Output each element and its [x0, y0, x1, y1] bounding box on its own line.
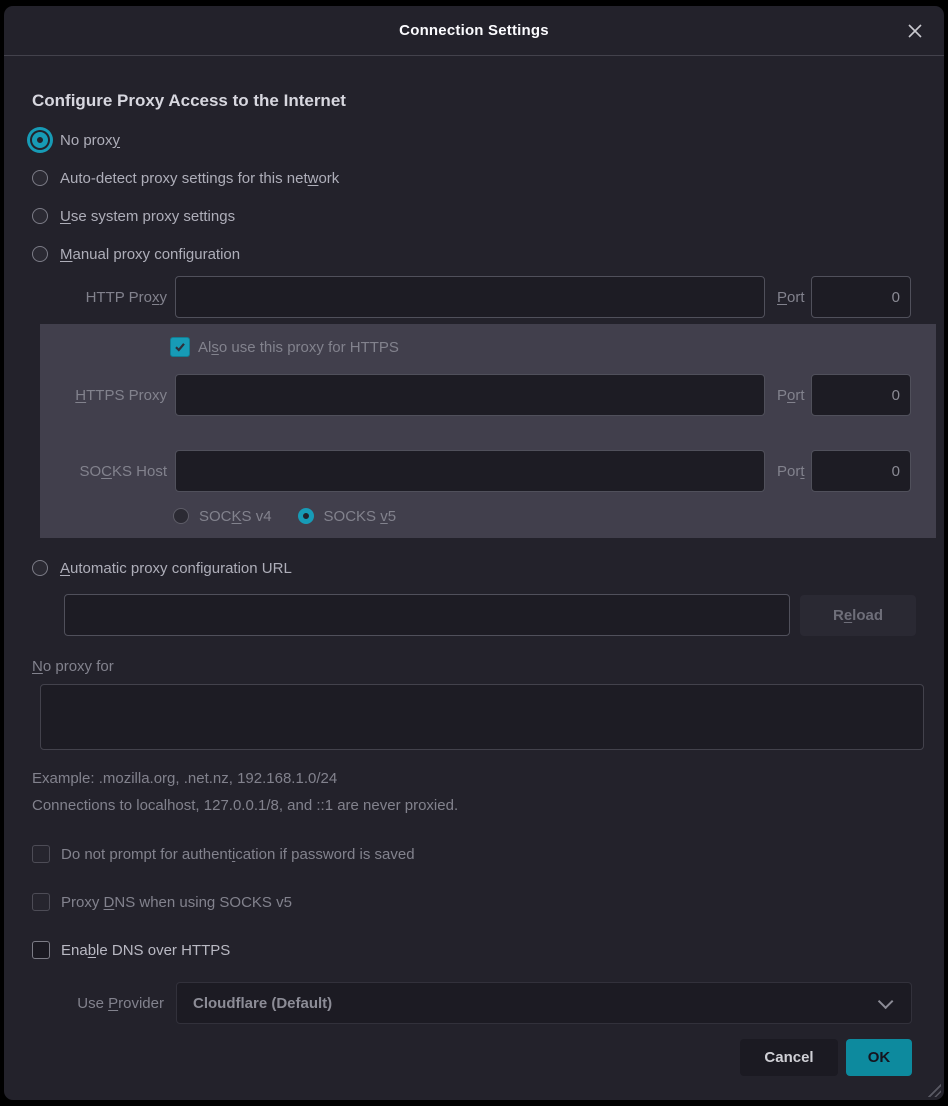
https-proxy-input[interactable] — [175, 374, 765, 416]
radio-no-proxy-label[interactable]: No proxy — [60, 132, 120, 149]
http-proxy-row: HTTP Proxy Port — [40, 276, 911, 318]
use-provider-label: Use Provider — [32, 995, 164, 1012]
radio-auto-url-label[interactable]: Automatic proxy configuration URL — [60, 560, 292, 577]
radio-unselected-icon[interactable] — [32, 246, 48, 262]
section-heading: Configure Proxy Access to the Internet — [32, 91, 916, 111]
socks-host-input[interactable] — [175, 450, 765, 492]
provider-dropdown[interactable]: Cloudflare (Default) — [176, 982, 912, 1024]
radio-selected-icon[interactable] — [32, 132, 48, 148]
no-prompt-auth-label[interactable]: Do not prompt for authentication if pass… — [61, 846, 415, 863]
no-proxy-for-textarea[interactable] — [40, 684, 924, 750]
http-port-input[interactable] — [811, 276, 911, 318]
dialog-footer: Cancel OK — [32, 1039, 916, 1076]
socks-version-group: SOCKS v4 SOCKS v5 — [173, 506, 911, 526]
radio-auto-url[interactable]: Automatic proxy configuration URL — [32, 556, 916, 580]
dialog-content: Configure Proxy Access to the Internet N… — [4, 91, 944, 1076]
radio-socks-v5[interactable]: SOCKS v5 — [298, 508, 397, 525]
checkbox-proxy-dns-socks5[interactable]: Proxy DNS when using SOCKS v5 — [32, 891, 916, 913]
socks-v5-label[interactable]: SOCKS v5 — [324, 508, 397, 525]
localhost-note-text: Connections to localhost, 127.0.0.1/8, a… — [32, 797, 916, 814]
https-port-label: Port — [777, 387, 803, 404]
proxy-dns-socks5-label[interactable]: Proxy DNS when using SOCKS v5 — [61, 894, 292, 911]
radio-manual-proxy[interactable]: Manual proxy configuration — [32, 242, 916, 266]
ok-button[interactable]: OK — [846, 1039, 912, 1076]
highlighted-region: Also use this proxy for HTTPS HTTPS Prox… — [40, 324, 936, 538]
unchecked-checkbox-icon[interactable] — [32, 893, 50, 911]
radio-manual-proxy-label[interactable]: Manual proxy configuration — [60, 246, 240, 263]
radio-socks-v4[interactable]: SOCKS v4 — [173, 508, 272, 525]
radio-unselected-icon[interactable] — [173, 508, 189, 524]
socks-port-label: Port — [777, 463, 803, 480]
radio-auto-detect-label[interactable]: Auto-detect proxy settings for this netw… — [60, 170, 339, 187]
close-icon — [907, 23, 923, 39]
no-proxy-for-label: No proxy for — [32, 658, 916, 675]
close-button[interactable] — [900, 16, 930, 46]
socks-host-row: SOCKS Host Port — [40, 450, 911, 492]
checkmark-icon — [173, 340, 187, 354]
no-proxy-example-text: Example: .mozilla.org, .net.nz, 192.168.… — [32, 770, 916, 787]
http-proxy-input[interactable] — [175, 276, 765, 318]
checkbox-no-prompt-auth[interactable]: Do not prompt for authentication if pass… — [32, 843, 916, 865]
doh-provider-row: Use Provider Cloudflare (Default) — [32, 982, 916, 1024]
https-proxy-label: HTTPS Proxy — [40, 387, 167, 404]
socks-port-input[interactable] — [811, 450, 911, 492]
cancel-button[interactable]: Cancel — [740, 1039, 838, 1076]
radio-selected-icon[interactable] — [298, 508, 314, 524]
chevron-down-icon — [878, 993, 894, 1009]
unchecked-checkbox-icon[interactable] — [32, 941, 50, 959]
proxy-mode-group: No proxy Auto-detect proxy settings for … — [32, 128, 916, 266]
dialog-title: Connection Settings — [399, 22, 549, 39]
radio-auto-detect[interactable]: Auto-detect proxy settings for this netw… — [32, 166, 916, 190]
also-https-label[interactable]: Also use this proxy for HTTPS — [198, 339, 399, 356]
also-https-row[interactable]: Also use this proxy for HTTPS — [170, 336, 911, 358]
http-proxy-label: HTTP Proxy — [40, 289, 167, 306]
socks-host-label: SOCKS Host — [40, 463, 167, 480]
radio-unselected-icon[interactable] — [32, 560, 48, 576]
https-port-input[interactable] — [811, 374, 911, 416]
https-proxy-row: HTTPS Proxy Port — [40, 374, 911, 416]
radio-no-proxy[interactable]: No proxy — [32, 128, 916, 152]
socks-v4-label[interactable]: SOCKS v4 — [199, 508, 272, 525]
dns-over-https-label[interactable]: Enable DNS over HTTPS — [61, 942, 230, 959]
auto-config-url-input[interactable] — [64, 594, 790, 636]
checkbox-dns-over-https[interactable]: Enable DNS over HTTPS — [32, 939, 916, 961]
checked-checkbox-icon[interactable] — [170, 337, 190, 357]
reload-button[interactable]: Reload — [800, 595, 916, 636]
provider-dropdown-value: Cloudflare (Default) — [193, 995, 878, 1012]
unchecked-checkbox-icon[interactable] — [32, 845, 50, 863]
radio-unselected-icon[interactable] — [32, 208, 48, 224]
titlebar: Connection Settings — [4, 6, 944, 56]
auto-config-url-row: Reload — [64, 594, 916, 636]
radio-system-proxy-label[interactable]: Use system proxy settings — [60, 208, 235, 225]
radio-unselected-icon[interactable] — [32, 170, 48, 186]
connection-settings-dialog: Connection Settings Configure Proxy Acce… — [4, 6, 944, 1100]
radio-system-proxy[interactable]: Use system proxy settings — [32, 204, 916, 228]
resize-grip[interactable] — [926, 1082, 941, 1097]
http-port-label: Port — [777, 289, 803, 306]
